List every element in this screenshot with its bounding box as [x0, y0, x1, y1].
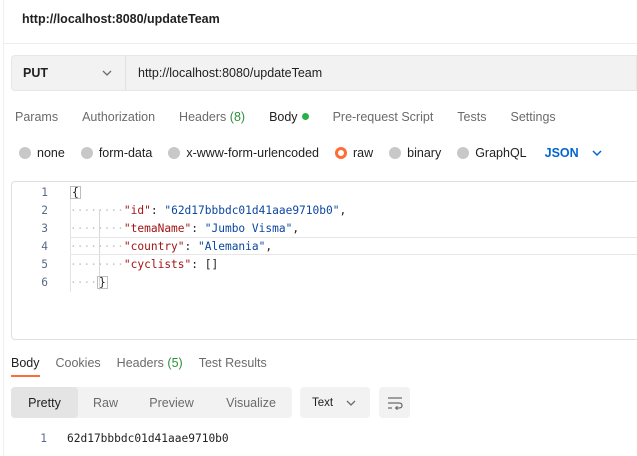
- tab-settings[interactable]: Settings: [510, 110, 555, 124]
- response-tab-headers[interactable]: Headers (5): [117, 356, 183, 370]
- line-number: 2: [41, 203, 48, 217]
- view-visualize-button[interactable]: Visualize: [210, 387, 292, 418]
- json-comma: ,: [292, 221, 300, 235]
- response-body-line: 1 62d17bbbdc01d41aae9710b0: [11, 430, 228, 446]
- body-indicator-dot: [301, 113, 309, 120]
- radio-label: raw: [353, 146, 374, 160]
- wrap-lines-icon: [387, 396, 403, 410]
- request-title: http://localhost:8080/updateTeam: [22, 12, 220, 26]
- view-preview-button[interactable]: Preview: [133, 387, 210, 418]
- response-format-label: Text: [312, 396, 334, 409]
- json-value: []: [204, 257, 219, 271]
- editor-line: 1 {: [12, 183, 637, 201]
- line-number: 4: [41, 239, 48, 253]
- response-tabs: Body Cookies Headers (5) Test Results: [11, 355, 283, 371]
- response-tab-body[interactable]: Body: [11, 356, 40, 370]
- json-value: "62d17bbbdc01d41aae9710b0": [164, 203, 340, 217]
- json-key: "id": [123, 203, 151, 217]
- code-text: ········"temaName": "Jumbo Visma",: [70, 221, 300, 235]
- radio-graphql[interactable]: GraphQL: [457, 146, 527, 160]
- radio-raw[interactable]: raw: [335, 146, 373, 160]
- body-format-select[interactable]: JSON: [545, 146, 603, 160]
- wrap-lines-button[interactable]: [379, 387, 410, 418]
- editor-line: 2 ········"id": "62d17bbbdc01d41aae9710b…: [12, 201, 637, 219]
- close-brace: }: [96, 275, 108, 289]
- radio-label: x-www-form-urlencoded: [186, 146, 319, 160]
- json-key: "country": [123, 239, 185, 253]
- panel-left-border: [3, 0, 4, 456]
- response-view-segment: Pretty Raw Preview Visualize: [11, 387, 292, 418]
- code-text: {: [70, 185, 81, 199]
- code-text: ····}: [70, 275, 108, 289]
- line-number: 1: [41, 185, 48, 199]
- json-value: "Jumbo Visma": [204, 221, 293, 235]
- radio-circle-selected: [335, 147, 347, 159]
- open-brace: {: [70, 185, 81, 199]
- line-number: 1: [40, 431, 47, 445]
- radio-none[interactable]: none: [19, 146, 65, 160]
- tab-body[interactable]: Body: [269, 110, 309, 124]
- radio-circle: [457, 147, 470, 159]
- method-label: PUT: [23, 66, 48, 80]
- request-tabs: Params Authorization Headers (8) Body Pr…: [15, 108, 580, 126]
- editor-line: 5 ········"cyclists": []: [12, 255, 637, 273]
- url-input[interactable]: http://localhost:8080/updateTeam: [126, 66, 322, 80]
- radio-circle: [80, 147, 93, 159]
- request-body-editor[interactable]: 1 { 2 ········"id": "62d17bbbdc01d41aae9…: [11, 181, 637, 340]
- editor-line: 4 ········"country": "Alemania",: [12, 237, 637, 255]
- response-body-text: 62d17bbbdc01d41aae9710b0: [67, 431, 229, 445]
- response-format-select[interactable]: Text: [300, 387, 370, 418]
- line-number: 6: [41, 275, 48, 289]
- json-key: "temaName": [123, 221, 192, 235]
- response-headers-count: (5): [167, 356, 183, 370]
- radio-form-data[interactable]: form-data: [80, 146, 153, 160]
- radio-label: GraphQL: [475, 146, 527, 160]
- code-text: ········"country": "Alemania",: [70, 239, 273, 253]
- header-divider: [3, 43, 637, 44]
- view-raw-button[interactable]: Raw: [78, 387, 133, 418]
- tab-params[interactable]: Params: [15, 110, 58, 124]
- tab-authorization[interactable]: Authorization: [82, 110, 155, 124]
- tab-body-label: Body: [269, 110, 298, 124]
- response-tab-test-results[interactable]: Test Results: [199, 356, 267, 370]
- json-key: "cyclists": [123, 257, 192, 271]
- editor-line: 6 ····}: [12, 273, 637, 291]
- radio-circle: [168, 147, 181, 159]
- editor-line: 3 ········"temaName": "Jumbo Visma",: [12, 219, 637, 237]
- response-tab-cookies[interactable]: Cookies: [56, 356, 101, 370]
- headers-count: (8): [229, 110, 246, 124]
- line-number: 3: [41, 221, 48, 235]
- response-tab-headers-label: Headers: [116, 356, 164, 370]
- view-pretty-button[interactable]: Pretty: [11, 387, 78, 418]
- body-type-options: none form-data x-www-form-urlencoded raw…: [19, 145, 603, 161]
- method-select[interactable]: PUT: [12, 56, 126, 90]
- json-comma: ,: [339, 203, 347, 217]
- radio-label: none: [37, 146, 65, 160]
- active-tab-underline: [11, 375, 40, 377]
- chevron-down-icon: [592, 150, 602, 157]
- radio-urlencoded[interactable]: x-www-form-urlencoded: [168, 146, 319, 160]
- radio-circle: [389, 147, 402, 159]
- code-text: ········"cyclists": []: [70, 257, 219, 271]
- body-format-label: JSON: [544, 146, 579, 160]
- radio-circle: [19, 147, 31, 159]
- json-comma: ,: [265, 239, 273, 253]
- code-text: ········"id": "62d17bbbdc01d41aae9710b0"…: [70, 203, 347, 217]
- url-bar: PUT http://localhost:8080/updateTeam: [11, 55, 637, 91]
- tab-headers-label: Headers: [179, 110, 227, 124]
- chevron-down-icon: [102, 70, 112, 76]
- tab-tests[interactable]: Tests: [457, 110, 486, 124]
- line-number: 5: [41, 257, 48, 271]
- chevron-down-icon: [346, 400, 356, 406]
- tab-prerequest-script[interactable]: Pre-request Script: [333, 110, 434, 124]
- radio-binary[interactable]: binary: [389, 146, 441, 160]
- radio-label: form-data: [98, 146, 153, 160]
- radio-label: binary: [407, 146, 442, 160]
- tab-headers[interactable]: Headers (8): [179, 110, 245, 124]
- json-value: "Alemania": [198, 239, 266, 253]
